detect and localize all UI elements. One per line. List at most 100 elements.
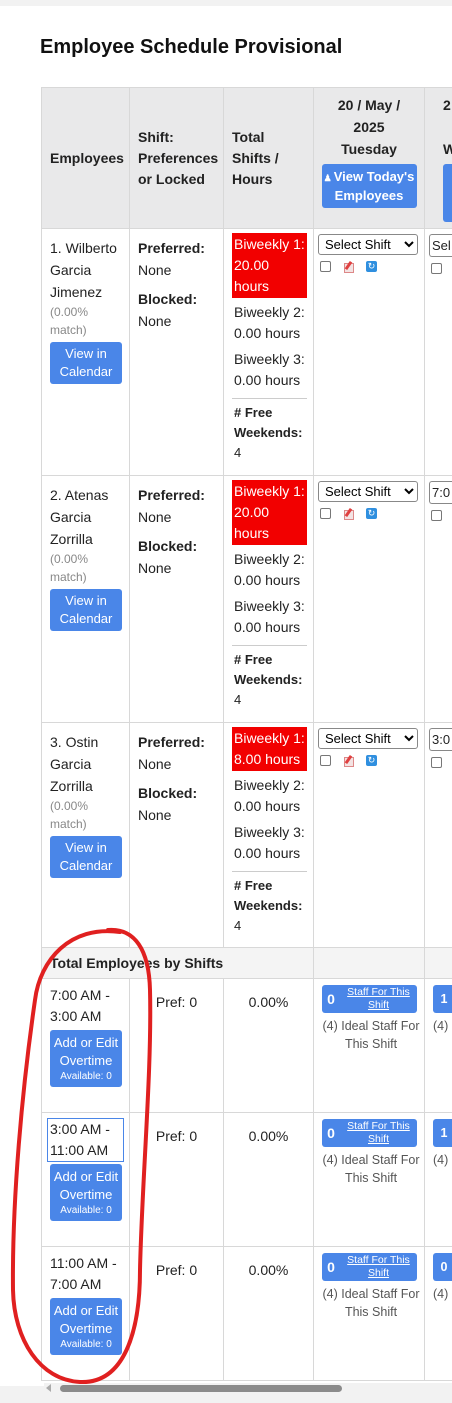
col-header-next-date: 2 W: [424, 87, 452, 229]
biweekly-2-hours: Biweekly 2: 0.00 hours: [234, 777, 305, 814]
ideal-staff: (4) Ideal Staff For This Shift: [322, 1019, 420, 1051]
date-day-month: 20 / May /: [337, 97, 401, 113]
lock-checkbox[interactable]: [320, 754, 331, 766]
ideal-staff: (4) Ideal Staff For This Shift: [322, 1287, 420, 1319]
next-day-shift-select[interactable]: Sel: [429, 234, 452, 257]
page-title: Employee Schedule Provisional: [40, 36, 343, 58]
biweekly-1-hours: Biweekly 1: 20.00 hours: [232, 233, 307, 298]
shift-row: 3:00 AM - 11:00 AM Add or Edit Overtime …: [41, 1112, 452, 1247]
preferred-label: Preferred:: [138, 734, 205, 750]
scroll-left-arrow-icon[interactable]: [46, 1384, 51, 1392]
view-in-calendar-button[interactable]: View in Calendar: [50, 836, 122, 878]
next-date-partial: 2: [443, 97, 451, 113]
staff-for-shift-button[interactable]: 0 Staff For This Shift: [322, 1253, 417, 1281]
next-day-staff-button[interactable]: 1: [433, 1119, 452, 1147]
next-day-lock-checkbox[interactable]: [431, 509, 442, 521]
select-shift-dropdown[interactable]: Select Shift: [318, 481, 418, 502]
scrollbar-thumb[interactable]: [60, 1385, 342, 1392]
staff-for-shift-button[interactable]: 0 Staff For This Shift: [322, 985, 417, 1013]
edit-icon[interactable]: [343, 261, 354, 273]
biweekly-3-hours: Biweekly 3: 0.00 hours: [234, 351, 305, 388]
shift-percent: 0.00%: [223, 1246, 314, 1381]
next-day-lock-checkbox[interactable]: [431, 756, 442, 768]
add-edit-overtime-button[interactable]: Add or Edit Overtime Available: 0: [50, 1298, 122, 1355]
employee-row: 3. Ostin Garcia Zorrilla (0.00% match) V…: [41, 722, 452, 948]
users-icon: ♟: [323, 173, 332, 183]
next-day-ideal-staff: (4): [433, 1287, 449, 1301]
refresh-icon[interactable]: ↻: [366, 260, 377, 272]
view-in-calendar-button[interactable]: View in Calendar: [50, 342, 122, 384]
shift-percent: 0.00%: [223, 1112, 314, 1247]
biweekly-1-hours: Biweekly 1: 8.00 hours: [232, 727, 307, 771]
col-header-shift-preferences: Shift: Preferences or Locked: [129, 87, 224, 229]
next-day-staff-button[interactable]: 1: [433, 985, 452, 1013]
overtime-available: Available: 0: [60, 1071, 112, 1082]
col-header-employees: Employees: [41, 87, 130, 229]
horizontal-scrollbar[interactable]: [44, 1383, 452, 1393]
select-shift-dropdown[interactable]: Select Shift: [318, 234, 418, 255]
overtime-available: Available: 0: [60, 1205, 112, 1216]
schedule-table: Employees Shift: Preferences or Locked T…: [41, 87, 452, 1381]
edit-icon[interactable]: [343, 508, 354, 520]
lock-checkbox[interactable]: [320, 507, 331, 519]
blocked-value: None: [138, 560, 172, 576]
shift-time-range: 7:00 AM - 3:00 AM: [50, 987, 110, 1024]
employee-name: 1. Wilberto Garcia Jimenez: [50, 240, 117, 300]
shift-pref-count: Pref: 0: [129, 1246, 224, 1381]
select-shift-dropdown[interactable]: Select Shift: [318, 728, 418, 749]
free-weekends: # Free Weekends: 4: [232, 645, 307, 710]
col-header-date: 20 / May / 2025 Tuesday ♟ View Today's Em…: [313, 87, 425, 229]
ideal-staff: (4) Ideal Staff For This Shift: [322, 1153, 420, 1185]
biweekly-2-hours: Biweekly 2: 0.00 hours: [234, 304, 305, 341]
col-header-total-hours: Total Shifts / Hours: [223, 87, 314, 229]
next-day-ideal-staff: (4): [433, 1019, 449, 1033]
staff-for-shift-button[interactable]: 0 Staff For This Shift: [322, 1119, 417, 1147]
shift-row: 7:00 AM - 3:00 AM Add or Edit Overtime A…: [41, 978, 452, 1113]
next-day-ideal-staff: (4): [433, 1153, 449, 1167]
shift-pref-count: Pref: 0: [129, 1112, 224, 1247]
free-weekends: # Free Weekends: 4: [232, 398, 307, 463]
shift-row: 11:00 AM - 7:00 AM Add or Edit Overtime …: [41, 1246, 452, 1381]
employee-match: (0.00% match): [50, 799, 89, 831]
date-year: 2025: [353, 119, 385, 135]
view-next-employees-button[interactable]: [443, 164, 452, 222]
view-todays-employees-button[interactable]: ♟ View Today's Employees: [321, 164, 417, 208]
employee-match: (0.00% match): [50, 305, 89, 337]
biweekly-3-hours: Biweekly 3: 0.00 hours: [234, 824, 305, 861]
employee-row: 2. Atenas Garcia Zorrilla (0.00% match) …: [41, 475, 452, 723]
refresh-icon[interactable]: ↻: [366, 507, 377, 519]
blocked-label: Blocked:: [138, 785, 198, 801]
summary-header-row: Total Employees by Shifts: [41, 947, 452, 979]
preferred-value: None: [138, 756, 172, 772]
employee-match: (0.00% match): [50, 552, 89, 584]
staff-count: 0: [327, 1125, 335, 1141]
summary-header: Total Employees by Shifts: [41, 947, 314, 979]
date-weekday: Tuesday: [341, 141, 397, 157]
biweekly-2-hours: Biweekly 2: 0.00 hours: [234, 551, 305, 588]
preferred-value: None: [138, 509, 172, 525]
add-edit-overtime-button[interactable]: Add or Edit Overtime Available: 0: [50, 1030, 122, 1087]
shift-time-range: 11:00 AM - 7:00 AM: [50, 1255, 117, 1292]
add-edit-overtime-button[interactable]: Add or Edit Overtime Available: 0: [50, 1164, 122, 1221]
schedule-page: Employee Schedule Provisional Employees …: [0, 6, 452, 1386]
shift-time-range: 3:00 AM - 11:00 AM: [47, 1118, 124, 1162]
next-day-shift-select[interactable]: 7:0: [429, 481, 452, 504]
employee-name: 2. Atenas Garcia Zorrilla: [50, 487, 109, 547]
next-day-lock-checkbox[interactable]: [431, 262, 442, 274]
lock-checkbox[interactable]: [320, 260, 331, 272]
edit-icon[interactable]: [343, 755, 354, 767]
employee-row: 1. Wilberto Garcia Jimenez (0.00% match)…: [41, 228, 452, 476]
blocked-label: Blocked:: [138, 538, 198, 554]
next-day-staff-button[interactable]: 0: [433, 1253, 452, 1281]
shift-pref-count: Pref: 0: [129, 978, 224, 1113]
shift-percent: 0.00%: [223, 978, 314, 1113]
next-day-partial: W: [443, 141, 452, 157]
biweekly-3-hours: Biweekly 3: 0.00 hours: [234, 598, 305, 635]
staff-count: 0: [327, 991, 335, 1007]
preferred-label: Preferred:: [138, 240, 205, 256]
refresh-icon[interactable]: ↻: [366, 754, 377, 766]
employee-name: 3. Ostin Garcia Zorrilla: [50, 734, 99, 794]
next-day-shift-select[interactable]: 3:0: [429, 728, 452, 751]
view-in-calendar-button[interactable]: View in Calendar: [50, 589, 122, 631]
blocked-value: None: [138, 807, 172, 823]
